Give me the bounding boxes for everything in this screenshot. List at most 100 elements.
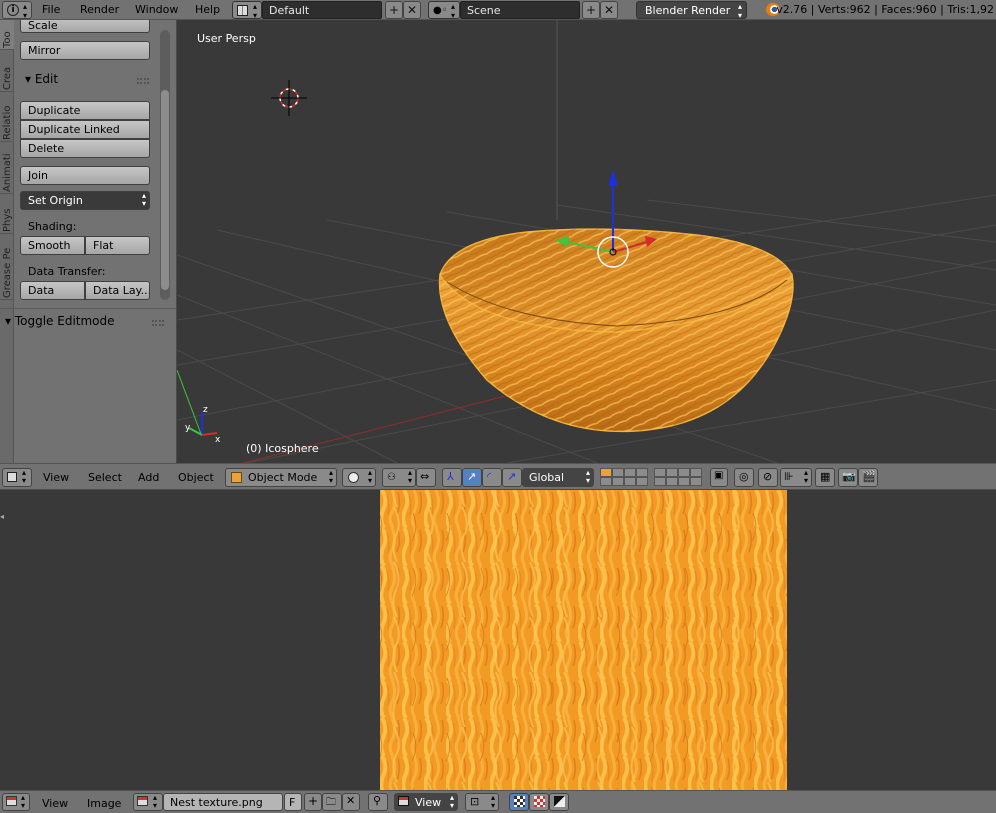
manipulator-toggle-button[interactable]: ⅄ [442,468,462,487]
viewport-shading-selector[interactable]: ▴ ▾ [342,468,376,487]
duplicate-linked-button[interactable]: Duplicate Linked [20,120,150,139]
tab-create[interactable]: Crea [0,50,14,92]
chevron-updown-icon: ▴ ▾ [803,468,808,485]
layer-toggle[interactable] [678,468,690,477]
menu-object[interactable]: Object [178,471,214,484]
proportional-editing-button[interactable]: ◎ [734,468,754,487]
pivot-selector[interactable]: ⊡ ▴ ▾ [465,793,499,811]
manipulate-center-points-button[interactable]: ⇔ [416,468,436,487]
pivot-icon: ⚇ [387,472,396,483]
new-image-button[interactable]: + [304,793,322,811]
pivot-point-selector[interactable]: ⚇ ▴ ▾ [382,468,416,487]
mirror-button[interactable]: Mirror [20,41,150,60]
layer-toggle[interactable] [690,477,702,486]
transform-orientation-selector[interactable]: Global ▴ ▾ [522,468,594,487]
layer-toggle[interactable] [612,468,624,477]
tab-grease-pencil[interactable]: Grease Pe [0,234,14,300]
set-origin-dropdown[interactable]: Set Origin ▴ ▾ [20,191,150,210]
toggle-editmode-panel-header[interactable]: ▾ Toggle Editmode [5,314,115,328]
delete-button[interactable]: Delete [20,139,150,158]
screen-layout-selector[interactable]: ▴ ▾ [232,1,262,20]
scale-button[interactable]: Scale [20,20,150,33]
draw-channels-color-button[interactable] [509,793,529,811]
browse-image-button[interactable]: ▴ ▾ [133,793,163,811]
opengl-render-button[interactable]: ▦ [815,468,835,487]
tool-shelf-scrollbar[interactable] [160,30,170,300]
menu-image[interactable]: Image [87,797,121,810]
data-transfer-button[interactable]: Data [20,281,85,300]
opengl-render-image-button[interactable]: 📷 [838,468,858,487]
region-toggle-icon[interactable]: ◂ [0,512,6,522]
translate-manipulator-button[interactable]: ↗ [462,468,482,487]
scene-layers-grid-1[interactable] [600,468,650,488]
flat-button[interactable]: Flat [85,236,150,255]
layer-toggle[interactable] [666,477,678,486]
draw-channels-z-button[interactable] [549,793,569,811]
tab-physics[interactable]: Phys [0,194,14,234]
mode-selector[interactable]: Object Mode ▴ ▾ [225,468,337,487]
3d-viewport[interactable]: z y x User Persp (0) Icosphere [177,20,996,463]
layer-toggle[interactable] [624,477,636,486]
editor-type-button[interactable]: ▴ ▾ [2,793,30,811]
layer-toggle[interactable] [654,468,666,477]
image-mode-selector[interactable]: View ▴ ▾ [394,793,458,811]
data-layers-button[interactable]: Data Lay... [85,281,150,300]
info-editor-type-button[interactable]: i ▴ ▾ [2,1,32,20]
fake-user-button[interactable]: F [284,793,302,811]
layer-toggle[interactable] [636,477,648,486]
menu-render[interactable]: Render [80,3,119,16]
screen-layout-name-field[interactable]: Default [262,1,382,19]
layer-toggle[interactable] [612,477,624,486]
layer-toggle[interactable] [600,477,612,486]
layer-toggle[interactable] [636,468,648,477]
panel-grip-icon[interactable] [152,320,164,326]
scene-name-field[interactable]: Scene [460,1,580,19]
pin-image-button[interactable]: ⚲ [368,793,388,811]
snap-element-selector[interactable]: ⊪ ▴ ▾ [780,468,812,487]
menu-window[interactable]: Window [135,3,178,16]
lock-camera-layers-button[interactable]: ▣ [710,468,728,487]
opengl-render-animation-button[interactable]: 🎬 [858,468,878,487]
tab-animation[interactable]: Animati [0,142,14,194]
scale-manipulator-button[interactable]: ↗ [502,468,522,487]
smooth-button[interactable]: Smooth [20,236,85,255]
add-scene-button[interactable]: + [582,1,600,19]
remove-scene-button[interactable]: ✕ [600,1,618,19]
join-button[interactable]: Join [20,166,150,185]
unlink-image-button[interactable]: ✕ [342,793,360,811]
layer-toggle[interactable] [690,468,702,477]
menu-help[interactable]: Help [195,3,220,16]
menu-view[interactable]: View [43,471,69,484]
layer-toggle[interactable] [600,468,612,477]
layer-toggle[interactable] [624,468,636,477]
tab-tools[interactable]: Too [0,20,14,50]
uv-image-editor[interactable]: ◂ [0,490,996,790]
render-engine-selector[interactable]: Blender Render ▴ ▾ [636,1,747,20]
scene-layers-grid-2[interactable] [654,468,704,488]
layer-toggle[interactable] [666,468,678,477]
layer-toggle[interactable] [678,477,690,486]
active-object-label: (0) Icosphere [246,442,319,455]
menu-file[interactable]: File [42,3,60,16]
scene-selector[interactable]: ●◦ ▴ ▾ [428,1,460,20]
image-name-field[interactable]: Nest texture.png [163,793,283,811]
draw-channels-alpha-button[interactable] [529,793,549,811]
editor-type-button[interactable]: ▴ ▾ [2,468,32,487]
snap-toggle-button[interactable]: ⊘ [758,468,778,487]
fake-user-label: F [289,796,296,809]
duplicate-button[interactable]: Duplicate [20,101,150,120]
menu-add[interactable]: Add [138,471,159,484]
translate-icon: ↗ [467,470,477,483]
scrollbar-thumb[interactable] [161,90,169,290]
rotate-manipulator-button[interactable]: ◜ [482,468,502,487]
remove-screen-button[interactable]: ✕ [403,1,421,19]
layer-toggle[interactable] [654,477,666,486]
edit-panel-header[interactable]: ▾ Edit [25,72,58,86]
panel-grip-icon[interactable] [137,78,149,84]
open-image-button[interactable]: 🗀 [322,793,342,811]
tab-relations[interactable]: Relatio [0,92,14,142]
menu-select[interactable]: Select [88,471,122,484]
add-screen-button[interactable]: + [385,1,403,19]
menu-view[interactable]: View [42,797,68,810]
3d-cursor-icon [271,80,307,116]
